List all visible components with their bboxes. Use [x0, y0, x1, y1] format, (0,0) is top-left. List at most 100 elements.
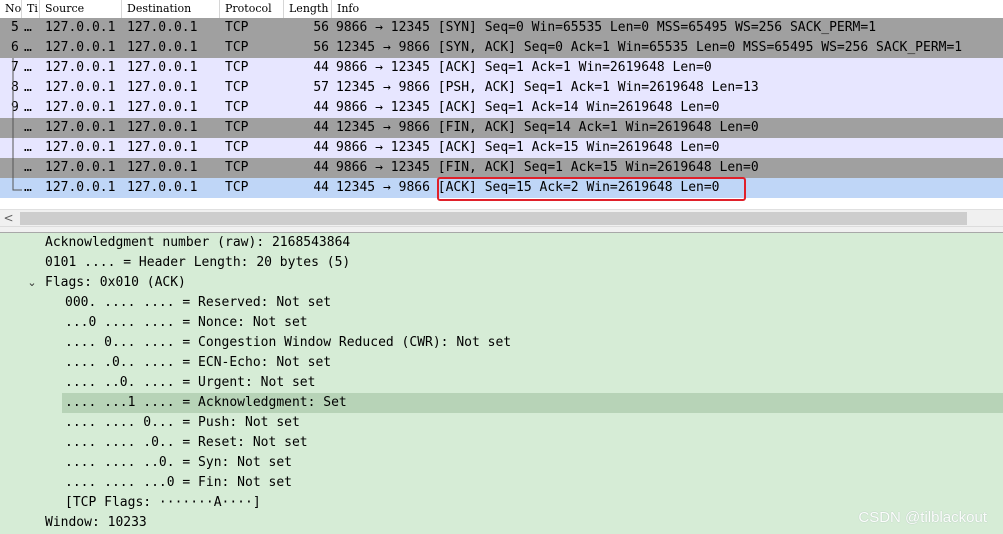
packet-no: 6: [11, 40, 19, 55]
packet-source: 127.0.0.1: [45, 40, 116, 55]
pane-splitter[interactable]: [0, 226, 1003, 233]
detail-line[interactable]: .... .... 0... = Push: Not set: [0, 413, 1003, 433]
packet-time: …: [24, 20, 32, 35]
packet-time: …: [24, 120, 32, 135]
detail-line-text: .... .... ..0. = Syn: Not set: [65, 455, 292, 470]
detail-line[interactable]: ...0 .... .... = Nonce: Not set: [0, 313, 1003, 333]
packet-time: …: [24, 160, 32, 175]
detail-line-text: 000. .... .... = Reserved: Not set: [65, 295, 332, 310]
packet-length: 44: [313, 120, 329, 135]
packet-protocol: TCP: [225, 60, 249, 75]
packet-length: 44: [313, 160, 329, 175]
packet-info: 9866 → 12345 [SYN] Seq=0 Win=65535 Len=0…: [336, 20, 877, 35]
packet-source: 127.0.0.1: [45, 140, 116, 155]
horizontal-scrollbar[interactable]: <: [0, 209, 1003, 227]
packet-protocol: TCP: [225, 40, 249, 55]
detail-line-text: .... ..0. .... = Urgent: Not set: [65, 375, 316, 390]
packet-time: …: [24, 140, 32, 155]
packet-destination: 127.0.0.1: [127, 100, 198, 115]
col-header-length[interactable]: Length: [284, 0, 332, 18]
packet-source: 127.0.0.1: [45, 20, 116, 35]
detail-line[interactable]: .... .0.. .... = ECN-Echo: Not set: [0, 353, 1003, 373]
packet-source: 127.0.0.1: [45, 160, 116, 175]
detail-line-text: [TCP Flags: ·······A····]: [65, 495, 261, 510]
packet-time: …: [24, 60, 32, 75]
packet-list-header: No Ti Source Destination Protocol Length…: [0, 0, 1003, 19]
scrollbar-thumb[interactable]: [20, 212, 967, 225]
detail-line[interactable]: ⌄ Flags: 0x010 (ACK): [0, 273, 1003, 293]
packet-protocol: TCP: [225, 80, 249, 95]
detail-line-text: Window: 10233: [45, 515, 147, 530]
packet-destination: 127.0.0.1: [127, 180, 198, 195]
packet-detail-pane: Acknowledgment number (raw): 2168543864 0…: [0, 233, 1003, 534]
packet-length: 56: [313, 20, 329, 35]
packet-source: 127.0.0.1: [45, 100, 116, 115]
packet-list-empty-area: [0, 198, 1003, 209]
detail-line-text: .... .... 0... = Push: Not set: [65, 415, 300, 430]
packet-time: …: [24, 80, 32, 95]
packet-row[interactable]: 9… 127.0.0.1 127.0.0.1 TCP 44 9866 → 12345 [A…: [0, 98, 1003, 118]
detail-line[interactable]: .... .... .0.. = Reset: Not set: [0, 433, 1003, 453]
col-header-destination[interactable]: Destination: [122, 0, 220, 18]
scroll-left-arrow-icon[interactable]: <: [0, 210, 17, 227]
detail-line-text: .... .... ...0 = Fin: Not set: [65, 475, 292, 490]
col-header-protocol[interactable]: Protocol: [220, 0, 284, 18]
packet-info: 9866 → 12345 [FIN, ACK] Seq=1 Ack=15 Win…: [336, 160, 759, 175]
packet-info: 12345 → 9866 [FIN, ACK] Seq=14 Ack=1 Win…: [336, 120, 759, 135]
detail-line[interactable]: .... .... ...0 = Fin: Not set: [0, 473, 1003, 493]
packet-length: 44: [313, 180, 329, 195]
packet-destination: 127.0.0.1: [127, 160, 198, 175]
packet-protocol: TCP: [225, 120, 249, 135]
packet-list: No Ti Source Destination Protocol Length…: [0, 0, 1003, 209]
detail-line[interactable]: 0101 .... = Header Length: 20 bytes (5): [0, 253, 1003, 273]
packet-row-selected[interactable]: … 127.0.0.1 127.0.0.1 TCP 44 12345 → 9866 [AC…: [0, 178, 1003, 198]
packet-destination: 127.0.0.1: [127, 60, 198, 75]
packet-destination: 127.0.0.1: [127, 80, 198, 95]
watermark: CSDN @tilblackout: [858, 509, 987, 526]
packet-protocol: TCP: [225, 180, 249, 195]
col-header-no[interactable]: No: [0, 0, 22, 18]
detail-line[interactable]: .... 0... .... = Congestion Window Reduc…: [0, 333, 1003, 353]
col-header-time[interactable]: Ti: [22, 0, 40, 18]
detail-line-text: .... ...1 .... = Acknowledgment: Set: [65, 395, 347, 410]
packet-source: 127.0.0.1: [45, 60, 116, 75]
packet-row[interactable]: 6 … 127.0.0.1 127.0.0.1 TCP 56 12345 → 9866 [S…: [0, 38, 1003, 58]
packet-row[interactable]: … 127.0.0.1 127.0.0.1 TCP 44 12345 → 9866 [FI…: [0, 118, 1003, 138]
packet-time: …: [24, 180, 32, 195]
conversation-bracket-icon: [12, 58, 22, 191]
col-header-source[interactable]: Source: [40, 0, 122, 18]
packet-row[interactable]: 5 … 127.0.0.1 127.0.0.1 TCP 56 9866 → 12345 [S…: [0, 18, 1003, 38]
packet-row[interactable]: 7… 127.0.0.1 127.0.0.1 TCP 44 9866 → 12345 [A…: [0, 58, 1003, 78]
detail-line-text: Acknowledgment number (raw): 2168543864: [45, 235, 351, 250]
packet-info: 9866 → 12345 [ACK] Seq=1 Ack=15 Win=2619…: [336, 140, 720, 155]
detail-line[interactable]: Window: 10233: [0, 513, 1003, 533]
packet-no: 5: [11, 20, 19, 35]
detail-line[interactable]: .... .... ..0. = Syn: Not set: [0, 453, 1003, 473]
packet-time: …: [24, 40, 32, 55]
detail-line-text: ...0 .... .... = Nonce: Not set: [65, 315, 308, 330]
col-header-info[interactable]: Info: [332, 0, 1003, 18]
expand-chevron-icon[interactable]: ⌄: [25, 273, 39, 293]
packet-length: 57: [313, 80, 329, 95]
packet-length: 44: [313, 140, 329, 155]
detail-line-text: .... .0.. .... = ECN-Echo: Not set: [65, 355, 332, 370]
packet-source: 127.0.0.1: [45, 120, 116, 135]
detail-line[interactable]: [TCP Flags: ·······A····]: [0, 493, 1003, 513]
packet-destination: 127.0.0.1: [127, 120, 198, 135]
detail-line-text: .... 0... .... = Congestion Window Reduc…: [65, 335, 512, 350]
packet-row[interactable]: 8… 127.0.0.1 127.0.0.1 TCP 57 12345 → 9866 [P…: [0, 78, 1003, 98]
detail-line[interactable]: .... ..0. .... = Urgent: Not set: [0, 373, 1003, 393]
detail-line[interactable]: 000. .... .... = Reserved: Not set: [0, 293, 1003, 313]
packet-info: 9866 → 12345 [ACK] Seq=1 Ack=1 Win=26196…: [336, 60, 712, 75]
packet-info: 9866 → 12345 [ACK] Seq=1 Ack=14 Win=2619…: [336, 100, 720, 115]
detail-line[interactable]: Acknowledgment number (raw): 2168543864: [0, 233, 1003, 253]
packet-destination: 127.0.0.1: [127, 20, 198, 35]
packet-info: 12345 → 9866 [SYN, ACK] Seq=0 Ack=1 Win=…: [336, 40, 963, 55]
detail-line-selected[interactable]: .... ...1 .... = Acknowledgment: Set: [62, 393, 1003, 413]
packet-time: …: [24, 100, 32, 115]
packet-row[interactable]: … 127.0.0.1 127.0.0.1 TCP 44 9866 → 12345 [FI…: [0, 158, 1003, 178]
packet-info: 12345 → 9866 [PSH, ACK] Seq=1 Ack=1 Win=…: [336, 80, 759, 95]
packet-length: 44: [313, 100, 329, 115]
packet-destination: 127.0.0.1: [127, 40, 198, 55]
packet-row[interactable]: … 127.0.0.1 127.0.0.1 TCP 44 9866 → 12345 [AC…: [0, 138, 1003, 158]
